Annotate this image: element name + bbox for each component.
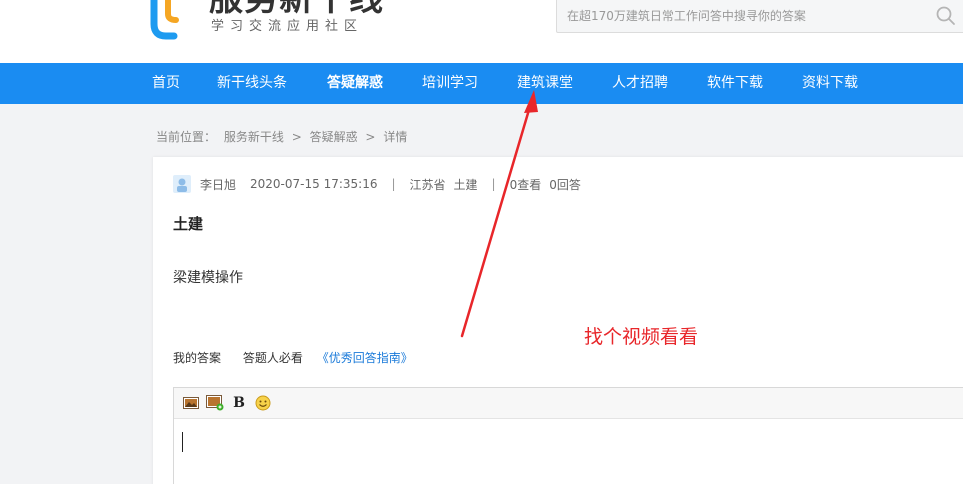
answer-header: 我的答案 答题人必看 《优秀回答指南》 xyxy=(173,349,413,366)
nav-item-classroom[interactable]: 建筑课堂 xyxy=(517,63,573,104)
question-card: 李日旭 2020-07-15 17:35:16 | 江苏省 土建 | 0查看 0… xyxy=(153,157,963,484)
search-icon[interactable] xyxy=(935,5,957,27)
category-tag: 土建 xyxy=(453,177,478,192)
nav-item-software[interactable]: 软件下载 xyxy=(707,63,763,104)
search-input[interactable] xyxy=(557,0,927,32)
emoji-icon[interactable] xyxy=(254,394,272,412)
nav-item-headlines[interactable]: 新干线头条 xyxy=(217,63,287,104)
nav-item-home[interactable]: 首页 xyxy=(152,63,180,104)
nav-item-training[interactable]: 培训学习 xyxy=(422,63,478,104)
logo-icon[interactable] xyxy=(150,0,194,40)
insert-image-icon[interactable] xyxy=(206,394,224,412)
nav-item-jobs[interactable]: 人才招聘 xyxy=(612,63,668,104)
author-name[interactable]: 李日旭 xyxy=(200,176,236,193)
breadcrumb: 当前位置： 服务新干线 > 答疑解惑 > 详情 xyxy=(156,128,411,145)
answer-editor: B xyxy=(173,387,963,484)
site-header: 服务新干线 学习交流应用社区 xyxy=(0,0,963,63)
meta-separator: | xyxy=(491,177,496,191)
image-icon[interactable] xyxy=(182,394,200,412)
answer-textarea[interactable] xyxy=(174,420,963,484)
nav-item-qa[interactable]: 答疑解惑 xyxy=(327,63,383,104)
avatar[interactable] xyxy=(173,175,191,193)
province-tag: 江苏省 xyxy=(409,177,446,192)
breadcrumb-separator: > xyxy=(365,130,376,144)
answer-guide-link[interactable]: 《优秀回答指南》 xyxy=(317,351,413,365)
must-read-label: 答题人必看 xyxy=(242,351,303,365)
breadcrumb-link-home[interactable]: 服务新干线 xyxy=(224,130,284,144)
view-count: 0查看 xyxy=(509,177,542,192)
annotation-text: 找个视频看看 xyxy=(584,326,699,348)
question-body: 梁建模操作 xyxy=(173,270,243,286)
question-meta: 李日旭 2020-07-15 17:35:16 | 江苏省 土建 | 0查看 0… xyxy=(173,175,581,193)
post-datetime: 2020-07-15 17:35:16 xyxy=(250,177,378,191)
editor-toolbar: B xyxy=(174,388,963,419)
main-nav: 首页 新干线头条 答疑解惑 培训学习 建筑课堂 人才招聘 软件下载 资料下载 xyxy=(0,63,963,104)
text-caret xyxy=(182,432,183,452)
question-category: 土建 xyxy=(173,215,204,233)
breadcrumb-current: 详情 xyxy=(383,130,408,144)
answer-count: 0回答 xyxy=(549,177,581,192)
meta-separator: | xyxy=(391,177,396,191)
nav-item-resources[interactable]: 资料下载 xyxy=(802,63,858,104)
bold-icon[interactable]: B xyxy=(230,394,248,412)
logo-title[interactable]: 服务新干线 xyxy=(209,0,384,16)
my-answer-label: 我的答案 xyxy=(173,351,222,365)
search-box xyxy=(556,0,963,33)
breadcrumb-link-qa[interactable]: 答疑解惑 xyxy=(310,130,358,144)
breadcrumb-separator: > xyxy=(291,130,302,144)
logo-subtitle: 学习交流应用社区 xyxy=(211,19,364,34)
breadcrumb-prefix: 当前位置： xyxy=(156,130,217,144)
